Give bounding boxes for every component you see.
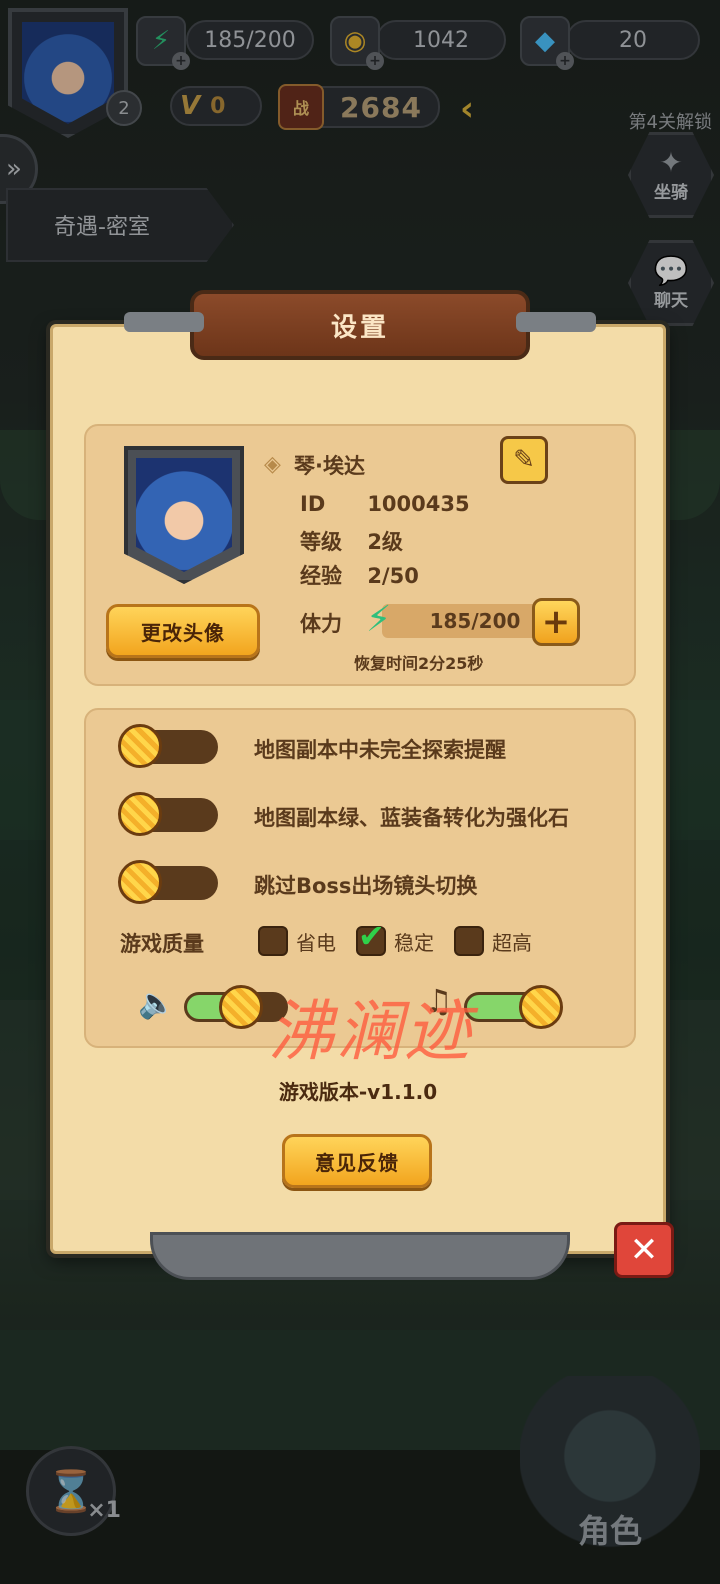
- quality-stable-checkbox[interactable]: ✔ 稳定: [356, 917, 434, 956]
- id-label: ID: [300, 492, 326, 516]
- check-mark-icon: ✔: [358, 917, 385, 955]
- toggle-knob: [118, 860, 162, 904]
- speaker-icon: 🔈: [138, 986, 176, 1021]
- player-exp-row: 经验 2/50: [300, 560, 419, 590]
- option-label: 跳过Boss出场镜头切换: [254, 874, 478, 898]
- stamina-label: 体力: [300, 612, 342, 636]
- checkbox-box: [258, 926, 288, 956]
- stamina-recover-time: 恢复时间2分25秒: [354, 654, 484, 673]
- profile-portrait: [124, 446, 244, 584]
- player-id-row: ID 1000435: [300, 492, 470, 516]
- level-value: 2级: [367, 530, 403, 554]
- level-label: 等级: [300, 530, 342, 554]
- game-version: 游戏版本-v1.1.0: [278, 1080, 438, 1104]
- profile-card: 更改头像 ◈ 琴·埃达 ✎ ID 1000435 等级 2级 经验 2/50 体…: [84, 424, 636, 686]
- checkbox-label: 超高: [492, 930, 532, 955]
- profile-face: [136, 458, 232, 572]
- close-icon[interactable]: ✕: [614, 1222, 674, 1278]
- toggle-knob: [118, 792, 162, 836]
- panel-bottom-ornament: [150, 1232, 570, 1280]
- checkbox-box: [454, 926, 484, 956]
- checkbox-label: 稳定: [394, 930, 434, 955]
- quality-ultra-checkbox[interactable]: 超高: [454, 926, 532, 956]
- change-avatar-button[interactable]: 更改头像: [106, 604, 260, 658]
- exp-value: 2/50: [367, 564, 419, 588]
- checkbox-box: ✔: [356, 917, 386, 956]
- quality-power-saving-checkbox[interactable]: 省电: [258, 926, 336, 956]
- toggle-equip-convert[interactable]: [118, 792, 218, 836]
- toggle-skip-boss-cutscene[interactable]: [118, 860, 218, 904]
- edit-note-icon[interactable]: ✎: [500, 436, 548, 484]
- slider-knob[interactable]: [518, 985, 563, 1029]
- stamina-value: 185/200: [382, 604, 544, 638]
- watermark-text: 沸澜迹: [268, 993, 472, 1070]
- checkbox-label: 省电: [296, 930, 336, 955]
- toggle-knob: [118, 724, 162, 768]
- rank-diamond-icon: ◈: [264, 452, 281, 477]
- stamina-buy-button[interactable]: +: [532, 598, 580, 646]
- settings-title: 设置: [124, 290, 596, 360]
- id-value: 1000435: [367, 492, 470, 516]
- player-name: 琴·埃达: [294, 454, 365, 478]
- quality-label: 游戏质量: [120, 932, 204, 956]
- player-name-row: ◈ 琴·埃达: [264, 450, 365, 480]
- exp-label: 经验: [300, 564, 342, 588]
- option-label: 地图副本绿、蓝装备转化为强化石: [254, 806, 569, 830]
- player-level-row: 等级 2级: [300, 526, 403, 556]
- option-label: 地图副本中未完全探索提醒: [254, 738, 506, 762]
- lightning-bolt-icon: ⚡: [366, 599, 392, 640]
- toggle-explore-reminder[interactable]: [118, 724, 218, 768]
- feedback-button[interactable]: 意见反馈: [282, 1134, 432, 1188]
